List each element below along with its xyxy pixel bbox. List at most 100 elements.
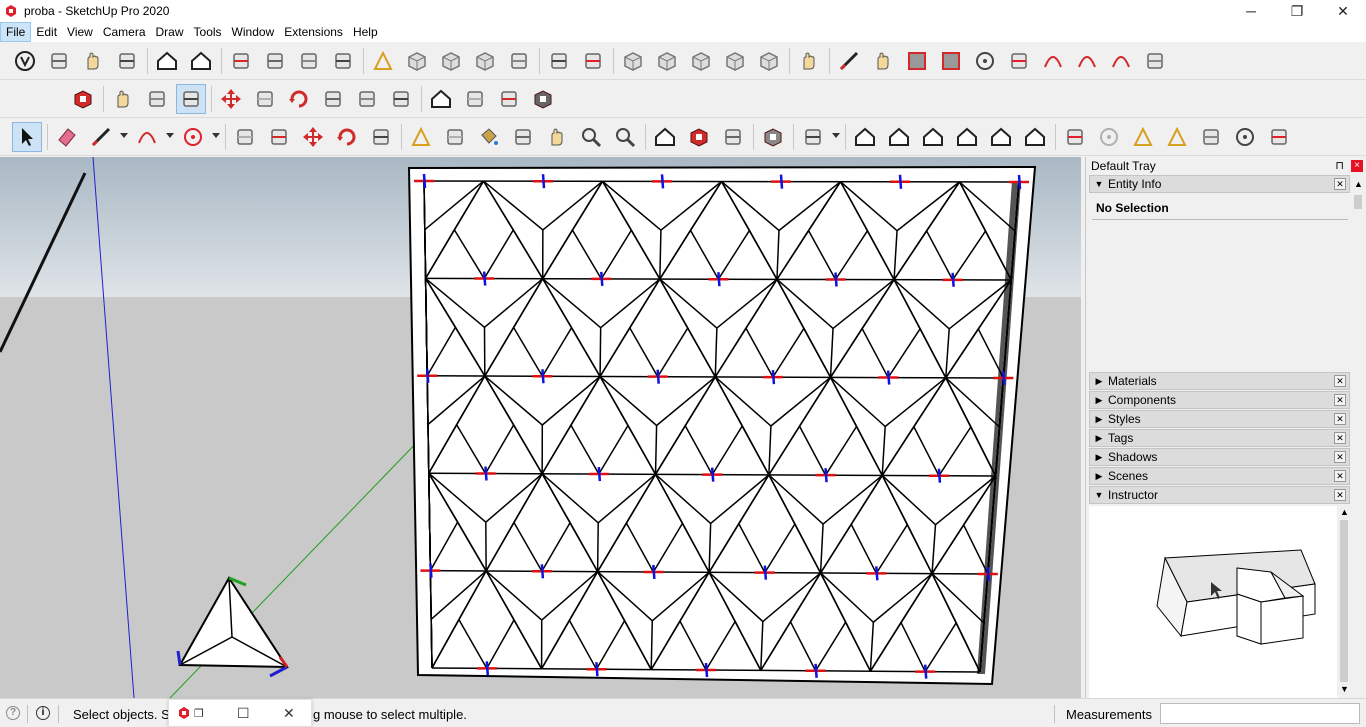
menu-window[interactable]: Window — [227, 22, 280, 42]
dimension-button[interactable] — [1162, 122, 1192, 152]
followme-button[interactable] — [318, 84, 348, 114]
panel-close-icon[interactable]: ✕ — [1334, 489, 1346, 501]
layout-send-button[interactable] — [294, 46, 324, 76]
menu-draw[interactable]: Draw — [151, 22, 189, 42]
extension-warehouse-button[interactable] — [426, 84, 456, 114]
pushpull-button[interactable] — [250, 84, 280, 114]
pan-hand-button[interactable] — [542, 122, 572, 152]
zoom-button[interactable] — [576, 122, 606, 152]
materials-header[interactable]: ▶ Materials ✕ — [1089, 372, 1350, 390]
teapot-button[interactable] — [44, 46, 74, 76]
tape-measure-button[interactable] — [406, 122, 436, 152]
sandbox-button[interactable] — [470, 46, 500, 76]
section-plane-button[interactable] — [226, 46, 256, 76]
arc-draw-button[interactable] — [132, 122, 162, 152]
3d-warehouse-button[interactable] — [650, 122, 680, 152]
circle-draw-button[interactable] — [178, 122, 208, 152]
axes-button[interactable] — [1196, 122, 1226, 152]
styles-header[interactable]: ▶ Styles ✕ — [1089, 410, 1350, 428]
section-cut-button[interactable] — [1060, 122, 1090, 152]
scale-draw-button[interactable] — [366, 122, 396, 152]
close-icon[interactable]: ✕ — [283, 705, 295, 722]
dropdown-caret-icon[interactable] — [166, 133, 174, 138]
text-label-button[interactable] — [440, 122, 470, 152]
panel-close-icon[interactable]: ✕ — [1334, 451, 1346, 463]
tags-header[interactable]: ▶ Tags ✕ — [1089, 429, 1350, 447]
ruby-button[interactable] — [758, 122, 788, 152]
rectangle-button[interactable] — [902, 46, 932, 76]
move-button[interactable] — [216, 84, 246, 114]
menu-help[interactable]: Help — [348, 22, 383, 42]
sun-button[interactable] — [1230, 122, 1260, 152]
lock-button[interactable] — [328, 46, 358, 76]
scroll-down-icon[interactable]: ▼ — [1340, 684, 1349, 694]
back-view-button[interactable] — [986, 122, 1016, 152]
maximize-icon[interactable]: ☐ — [237, 705, 250, 722]
iso-view-button[interactable] — [850, 122, 880, 152]
orbit-button[interactable] — [508, 122, 538, 152]
top-view-button[interactable] — [884, 122, 914, 152]
panel-close-icon[interactable]: ✕ — [1334, 413, 1346, 425]
send-layout-button[interactable] — [718, 122, 748, 152]
viewport-canvas[interactable] — [0, 157, 1081, 698]
wireframe-button[interactable] — [652, 46, 682, 76]
instructor-header[interactable]: ▼ Instructor ✕ — [1089, 486, 1350, 504]
restore-icon[interactable]: ❐ — [194, 707, 204, 720]
scroll-up-icon[interactable]: ▲ — [1340, 507, 1349, 517]
extension-red-button[interactable] — [68, 84, 98, 114]
polygon-button[interactable] — [1004, 46, 1034, 76]
pie-button[interactable] — [1140, 46, 1170, 76]
pencil-button[interactable] — [834, 46, 864, 76]
taskbar-preview[interactable]: ❐ ☐ ✕ — [168, 699, 312, 727]
menu-camera[interactable]: Camera — [98, 22, 151, 42]
gear-ruby-button[interactable] — [528, 84, 558, 114]
protractor-button[interactable] — [1128, 122, 1158, 152]
rings-button[interactable] — [1094, 122, 1124, 152]
solid-union-button[interactable] — [544, 46, 574, 76]
panel-close-icon[interactable]: ✕ — [1334, 432, 1346, 444]
menu-edit[interactable]: Edit — [31, 22, 62, 42]
dropdown-caret-icon[interactable] — [120, 133, 128, 138]
component-hand-button[interactable] — [794, 46, 824, 76]
rotated-rectangle-button[interactable] — [936, 46, 966, 76]
geo-location-button[interactable] — [142, 84, 172, 114]
restore-button[interactable]: ❐ — [1274, 0, 1320, 22]
model-viewport[interactable] — [0, 157, 1081, 698]
panel-close-icon[interactable]: ✕ — [1334, 394, 1346, 406]
cloud-button[interactable] — [112, 46, 142, 76]
select-arrow-button[interactable] — [12, 122, 42, 152]
origami-panel[interactable] — [407, 165, 1037, 686]
shadows-header[interactable]: ▶ Shadows ✕ — [1089, 448, 1350, 466]
instructor-scrollbar[interactable]: ▲ ▼ — [1338, 506, 1350, 698]
measurements-input[interactable] — [1160, 703, 1360, 724]
scroll-up-icon[interactable]: ▲ — [1354, 179, 1363, 189]
menu-extensions[interactable]: Extensions — [279, 22, 348, 42]
rotate-draw-button[interactable] — [332, 122, 362, 152]
scale-button[interactable] — [352, 84, 382, 114]
eraser-button[interactable] — [52, 122, 82, 152]
minimize-button[interactable]: ─ — [1228, 0, 1274, 22]
shadow-button[interactable] — [1264, 122, 1294, 152]
circle-button[interactable] — [970, 46, 1000, 76]
pencil-draw-button[interactable] — [86, 122, 116, 152]
scale-tape-button[interactable] — [368, 46, 398, 76]
geo-location-icon[interactable]: ? — [6, 706, 20, 720]
scenes-header[interactable]: ▶ Scenes ✕ — [1089, 467, 1350, 485]
solid-subtract-button[interactable] — [578, 46, 608, 76]
menu-view[interactable]: View — [62, 22, 98, 42]
model-info-button[interactable] — [176, 84, 206, 114]
shaded-button[interactable] — [720, 46, 750, 76]
entity-info-header[interactable]: ▼ Entity Info ✕ — [1089, 175, 1350, 193]
hand-pointer-button[interactable] — [108, 84, 138, 114]
xray-button[interactable] — [618, 46, 648, 76]
scroll-thumb[interactable] — [1354, 195, 1362, 209]
user-account-button[interactable] — [798, 122, 828, 152]
extension-manager-button[interactable] — [684, 122, 714, 152]
pin-icon[interactable]: ⊓ — [1335, 159, 1344, 172]
right-view-button[interactable] — [952, 122, 982, 152]
paint-bucket-button[interactable] — [474, 122, 504, 152]
tray-close-button[interactable]: × — [1351, 160, 1363, 172]
warehouse-upload-button[interactable] — [152, 46, 182, 76]
puzzle-button[interactable] — [494, 84, 524, 114]
offset-button[interactable] — [386, 84, 416, 114]
